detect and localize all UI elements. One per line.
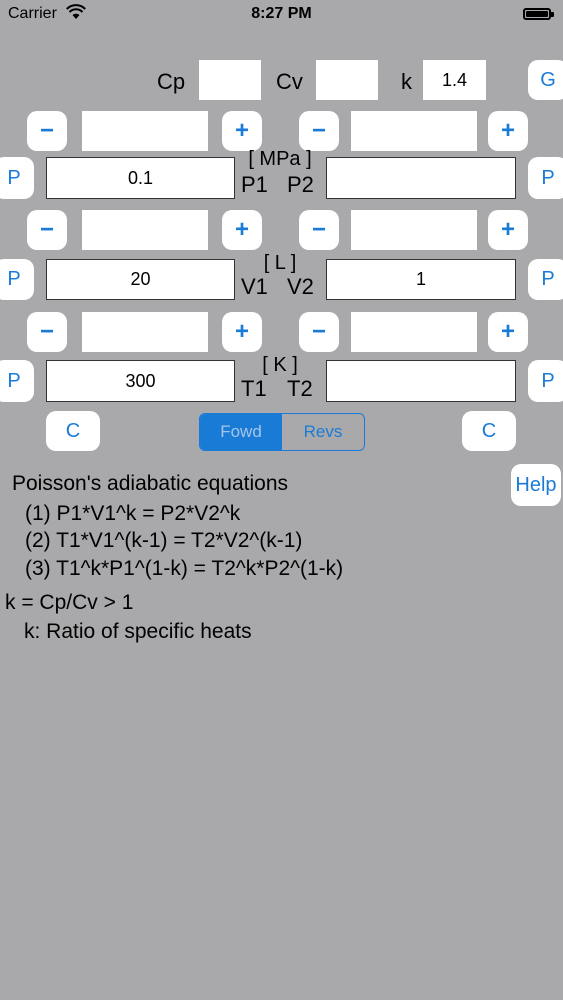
volume-unit-label: [ L ] [263, 252, 297, 274]
help-button[interactable]: Help [511, 464, 561, 506]
p1-p-button[interactable]: P [0, 157, 34, 199]
t1-step-input[interactable] [82, 312, 208, 352]
cv-input[interactable] [316, 60, 378, 100]
p2-p-button[interactable]: P [528, 157, 563, 199]
t2-step-input[interactable] [351, 312, 477, 352]
p2-label: P2 [287, 172, 314, 197]
t1-label: T1 [241, 376, 267, 401]
v2-input[interactable]: 1 [326, 259, 516, 300]
v1-minus-button[interactable]: − [27, 210, 67, 250]
battery-icon [523, 8, 554, 20]
v2-minus-button[interactable]: − [299, 210, 339, 250]
t1-p-button[interactable]: P [0, 360, 34, 402]
info-title: Poisson's adiabatic equations [12, 472, 289, 495]
k-definition: k = Cp/Cv > 1 [5, 591, 134, 614]
t2-p-button[interactable]: P [528, 360, 563, 402]
equation-2: (2) T1*V1^(k-1) = T2*V2^(k-1) [25, 529, 303, 552]
t2-minus-button[interactable]: − [299, 312, 339, 352]
cp-label: Cp [157, 69, 186, 94]
v1-p-button[interactable]: P [0, 259, 34, 300]
p1-step-input[interactable] [82, 111, 208, 151]
v2-p-button[interactable]: P [528, 259, 563, 300]
v2-plus-button[interactable]: + [488, 210, 528, 250]
temperature-unit-label: [ K ] [262, 354, 298, 376]
k-label: k [401, 69, 412, 94]
clear-left-button[interactable]: C [46, 411, 100, 451]
clear-right-button[interactable]: C [462, 411, 516, 451]
v2-label: V2 [287, 274, 314, 299]
p1-label: P1 [241, 172, 268, 197]
status-bar: Carrier 8:27 PM [0, 0, 563, 30]
t2-label: T2 [287, 376, 313, 401]
equation-3: (3) T1^k*P1^(1-k) = T2^k*P2^(1-k) [25, 557, 344, 580]
t2-input[interactable] [326, 360, 516, 402]
p1-input[interactable]: 0.1 [46, 157, 235, 199]
equation-1: (1) P1*V1^k = P2*V2^k [25, 502, 241, 525]
t1-plus-button[interactable]: + [222, 312, 262, 352]
cv-label: Cv [276, 69, 303, 94]
mode-forward-tab[interactable]: Fowd [200, 414, 282, 450]
clock: 8:27 PM [251, 5, 312, 22]
k-input[interactable]: 1.4 [423, 60, 486, 100]
t1-input[interactable]: 300 [46, 360, 235, 402]
g-button[interactable]: G [528, 60, 563, 100]
p2-plus-button[interactable]: + [488, 111, 528, 151]
p1-minus-button[interactable]: − [27, 111, 67, 151]
v1-input[interactable]: 20 [46, 259, 235, 300]
p2-minus-button[interactable]: − [299, 111, 339, 151]
cp-input[interactable] [199, 60, 261, 100]
v2-step-input[interactable] [351, 210, 477, 250]
p2-step-input[interactable] [351, 111, 477, 151]
v1-label: V1 [241, 274, 268, 299]
mode-segmented-control: Fowd Revs [199, 413, 365, 451]
p2-input[interactable] [326, 157, 516, 199]
t1-minus-button[interactable]: − [27, 312, 67, 352]
v1-step-input[interactable] [82, 210, 208, 250]
mode-reverse-tab[interactable]: Revs [282, 414, 364, 450]
k-description: k: Ratio of specific heats [24, 620, 252, 643]
t2-plus-button[interactable]: + [488, 312, 528, 352]
pressure-unit-label: [ MPa ] [248, 148, 312, 170]
v1-plus-button[interactable]: + [222, 210, 262, 250]
p1-plus-button[interactable]: + [222, 111, 262, 151]
